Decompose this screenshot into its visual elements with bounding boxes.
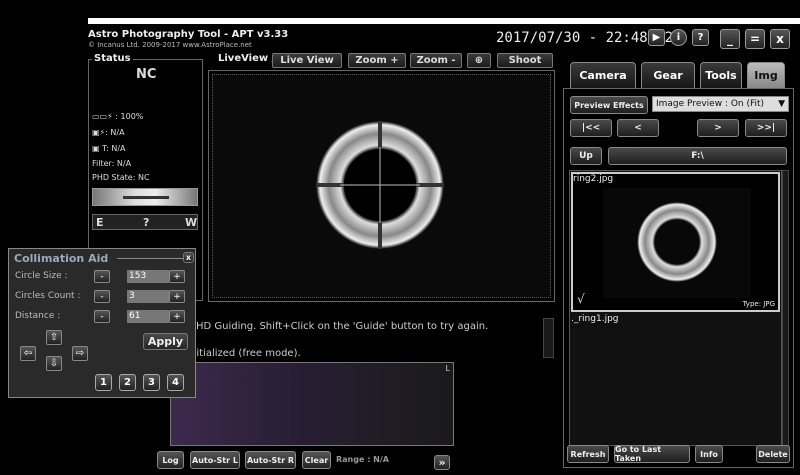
arrow-down-icon[interactable]: ⇩ (46, 356, 62, 371)
checkmark-icon: √ (577, 292, 585, 306)
circles-count-input[interactable]: 3 (127, 290, 169, 303)
log-line: nitialized (free mode). (190, 348, 301, 359)
file-item-ring2[interactable]: ring2.jpg √ Type: JPG (571, 172, 780, 312)
live-view-button[interactable]: Live View (272, 53, 342, 68)
camera-state: NC (136, 67, 157, 82)
preset-4-button[interactable]: 4 (167, 374, 184, 391)
auto-str-r-button[interactable]: Auto-Str R (245, 451, 296, 469)
thermo-icon: ▣ (92, 144, 103, 153)
collimation-close-button[interactable]: x (183, 252, 194, 263)
guide-indicator-bar (123, 196, 169, 199)
shoot-button[interactable]: Shoot (497, 53, 553, 68)
preview-effects-button[interactable]: Preview Effects (570, 96, 648, 114)
circles-count-label: Circles Count : (15, 291, 81, 301)
phd-state: PHD State: NC (92, 173, 150, 182)
tab-gear[interactable]: Gear (641, 62, 695, 88)
dir-unknown: ? (143, 216, 150, 229)
close-button[interactable]: x (770, 29, 790, 49)
thumbnail-ring (637, 202, 717, 282)
plug-icon: ▣⚡ (92, 128, 106, 137)
file-type: Type: JPG (742, 300, 775, 308)
temperature-row: ▣ T: N/A (92, 144, 126, 153)
circle-size-label: Circle Size : (15, 271, 68, 281)
circle-size-input[interactable]: 153 (127, 270, 169, 283)
battery-row: ▭▭⚡ : 100% (92, 112, 144, 121)
log-scrollbar[interactable] (543, 318, 554, 358)
log-button[interactable]: Log (157, 451, 184, 469)
status-label: Status (92, 53, 133, 64)
zoom-in-button[interactable]: Zoom + (348, 53, 406, 68)
thumbnail (603, 188, 751, 298)
app-title: Astro Photography Tool - APT v3.33 (88, 29, 289, 40)
liveview-label: LiveView / (216, 53, 278, 64)
file-list-scrollbar[interactable] (782, 170, 789, 446)
up-button[interactable]: Up (570, 147, 602, 165)
arrow-right-icon[interactable]: ⇨ (72, 346, 88, 361)
delete-button[interactable]: Delete (756, 445, 790, 463)
file-item-ring1[interactable]: ._ring1.jpg (571, 314, 619, 324)
minimize-button[interactable]: _ (720, 29, 740, 49)
circle-size-plus[interactable]: + (169, 270, 185, 283)
arrow-left-icon[interactable]: ⇦ (20, 346, 36, 361)
clear-button[interactable]: Clear (302, 451, 331, 469)
collimation-title: Collimation Aid (14, 252, 109, 265)
info-file-button[interactable]: Info (695, 445, 723, 463)
distance-minus[interactable]: - (94, 310, 110, 323)
tab-tools[interactable]: Tools (700, 62, 742, 88)
distance-input[interactable]: 61 (127, 310, 169, 323)
image-preview-select[interactable]: Image Preview : On (Fit) ▼ (652, 96, 789, 112)
auto-str-l-button[interactable]: Auto-Str L (190, 451, 240, 469)
file-name: ring2.jpg (573, 174, 614, 184)
distance-plus[interactable]: + (169, 310, 185, 323)
circles-count-minus[interactable]: - (94, 290, 110, 303)
crosshair-button[interactable]: ⊕ (467, 53, 491, 68)
histogram: L (170, 362, 454, 446)
battery-icon: ▭▭⚡ (92, 112, 113, 121)
ring-image (316, 121, 444, 249)
histogram-marker: L (445, 364, 450, 373)
maximize-button[interactable]: = (745, 29, 765, 49)
preset-2-button[interactable]: 2 (119, 374, 136, 391)
tab-camera[interactable]: Camera (570, 62, 636, 88)
prev-image-button[interactable]: < (617, 119, 659, 137)
liveview-canvas[interactable] (212, 74, 551, 298)
log-line: PHD Guiding. Shift+Click on the 'Guide' … (190, 321, 489, 332)
title-bar-stripe (88, 18, 800, 24)
dir-west: W (185, 216, 198, 229)
play-button[interactable]: ▶ (648, 29, 665, 46)
copyright: © Incanus Ltd. 2009-2017 www.AstroPlace.… (88, 41, 252, 49)
filter-status: Filter: N/A (92, 159, 132, 168)
guide-indicator (92, 188, 198, 206)
arrow-up-icon[interactable]: ⇧ (46, 330, 62, 345)
preset-3-button[interactable]: 3 (143, 374, 160, 391)
info-button[interactable]: i (670, 29, 687, 46)
first-image-button[interactable]: |<< (570, 119, 612, 137)
title-divider (117, 258, 187, 259)
next-image-button[interactable]: > (697, 119, 739, 137)
go-to-last-taken-button[interactable]: Go to Last Taken (614, 445, 690, 463)
distance-label: Distance : (15, 311, 61, 321)
circles-count-plus[interactable]: + (169, 290, 185, 303)
expand-button[interactable]: » (434, 455, 450, 470)
refresh-button[interactable]: Refresh (567, 445, 609, 463)
tab-img[interactable]: Img (747, 62, 785, 88)
chevron-down-icon: ▼ (778, 99, 785, 109)
path-button[interactable]: F:\ (608, 147, 787, 165)
apply-button[interactable]: Apply (143, 333, 188, 350)
circle-size-minus[interactable]: - (94, 270, 110, 283)
last-image-button[interactable]: >>| (745, 119, 787, 137)
help-button[interactable]: ? (692, 29, 709, 46)
dir-east: E (96, 216, 104, 229)
power-row: ▣⚡: N/A (92, 128, 125, 137)
zoom-out-button[interactable]: Zoom - (410, 53, 462, 68)
range-label: Range : N/A (336, 455, 389, 464)
clock: 2017/07/30 - 22:48:52 (496, 30, 674, 46)
preset-1-button[interactable]: 1 (95, 374, 112, 391)
